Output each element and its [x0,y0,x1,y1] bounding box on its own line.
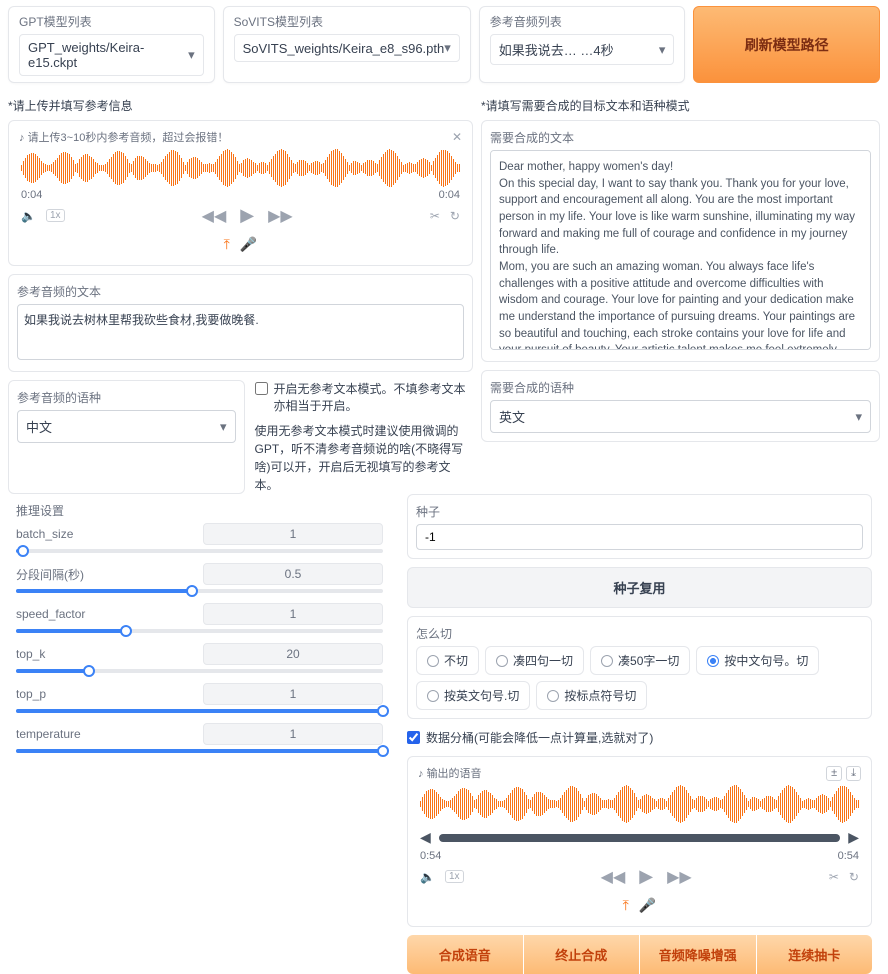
gpt-label: GPT模型列表 [19,13,204,30]
cut-option[interactable]: 不切 [416,646,479,675]
chevron-down-icon: ▾ [188,47,195,63]
ref-waveform[interactable] [15,147,466,189]
cut-icon[interactable]: ✂ [829,870,839,884]
radio-icon [427,655,439,667]
download-icon[interactable]: ⤓ [846,766,861,781]
rate-button[interactable]: 1x [445,870,464,883]
cut-option[interactable]: 按英文句号.切 [416,681,530,710]
seek-end-icon[interactable]: ▶ [848,829,859,846]
action-button[interactable]: 终止合成 [524,935,640,974]
share-icon[interactable]: ± [826,766,842,781]
close-icon[interactable]: ✕ [452,130,462,144]
noref-note: 使用无参考文本模式时建议使用微调的GPT，听不清参考音频说的啥(不晓得写啥)可以… [255,422,474,494]
radio-icon [547,690,559,702]
bucket-checkbox[interactable]: 数据分桶(可能会降低一点计算量,选就对了) [407,729,872,746]
mic-icon[interactable]: 🎤 [639,897,656,914]
mic-icon[interactable]: 🎤 [240,236,257,253]
slider-speed_factor[interactable]: speed_factor1 [16,603,383,633]
cut-option[interactable]: 按标点符号切 [536,681,647,710]
chevron-down-icon: ▾ [659,42,666,58]
slider-top_p[interactable]: top_p1 [16,683,383,713]
action-button[interactable]: 合成语音 [407,935,523,974]
seed-input[interactable] [416,524,863,550]
sovits-model-dropdown[interactable]: SoVITS模型列表 SoVITS_weights/Keira_e8_s96.p… [223,6,471,83]
chevron-down-icon: ▾ [855,409,862,425]
ref-label: 参考音频列表 [490,13,675,30]
target-lang-panel: 需要合成的语种 英文▾ [481,370,880,442]
sovits-label: SoVITS模型列表 [234,13,460,30]
rewind-icon[interactable]: ◀◀ [601,867,626,887]
cut-option[interactable]: 凑50字一切 [590,646,690,675]
loop-icon[interactable]: ↻ [849,870,859,884]
progress-bar[interactable] [439,834,840,842]
noref-mode-checkbox[interactable]: 开启无参考文本模式。不填参考文本亦相当于开启。 [255,380,474,414]
loop-icon[interactable]: ↻ [450,209,460,223]
play-icon[interactable]: ▶ [639,866,653,887]
volume-icon[interactable]: 🔈 [420,870,435,884]
target-lang-select[interactable]: 英文▾ [490,400,871,433]
ref-text-panel: 参考音频的文本 [8,274,473,372]
radio-icon [707,655,719,667]
ref-audio-panel: ♪ 请上传3~10秒内参考音频，超过会报错！ ✕ 0:040:04 🔈1x ◀◀… [8,120,473,266]
target-text-input[interactable] [490,150,871,350]
slider-batch_size[interactable]: batch_size1 [16,523,383,553]
ref-lang-select[interactable]: 中文▾ [17,410,236,443]
upload-icon[interactable]: ⤒ [623,897,629,914]
forward-icon[interactable]: ▶▶ [667,867,692,887]
radio-icon [601,655,613,667]
target-text-panel: 需要合成的文本 [481,120,880,362]
output-waveform[interactable] [414,783,865,825]
slider-temperature[interactable]: temperature1 [16,723,383,753]
slider-split_interval[interactable]: 分段间隔(秒)0.5 [16,563,383,593]
right-hint: *请填写需要合成的目标文本和语种模式 [481,97,880,114]
chevron-down-icon: ▾ [220,419,227,435]
upload-icon[interactable]: ⤒ [224,236,230,253]
infer-title: 推理设置 [8,494,391,523]
ref-lang-panel: 参考音频的语种 中文▾ [8,380,245,494]
refresh-button[interactable]: 刷新模型路径 [693,6,880,83]
ref-text-input[interactable] [17,304,464,360]
radio-icon [496,655,508,667]
music-icon: ♪ [19,132,25,144]
rate-button[interactable]: 1x [46,209,65,222]
cut-option[interactable]: 按中文句号。切 [696,646,819,675]
volume-icon[interactable]: 🔈 [21,209,36,223]
radio-icon [427,690,439,702]
cut-option[interactable]: 凑四句一切 [485,646,584,675]
ref-audio-dropdown[interactable]: 参考音频列表 如果我说去… …4秒▾ [479,6,686,83]
seek-start-icon[interactable]: ◀ [420,829,431,846]
seed-reuse-button[interactable]: 种子复用 [407,567,872,608]
action-button[interactable]: 连续抽卡 [757,935,873,974]
chevron-down-icon: ▾ [444,40,451,56]
cut-icon[interactable]: ✂ [430,209,440,223]
output-audio-panel: ♪ 输出的语音 ±⤓ ◀▶ 0:540:54 🔈1x ◀◀▶▶▶ ✂↻ ⤒🎤 [407,756,872,927]
play-icon[interactable]: ▶ [240,205,254,226]
gpt-model-dropdown[interactable]: GPT模型列表 GPT_weights/Keira-e15.ckpt▾ [8,6,215,83]
forward-icon[interactable]: ▶▶ [268,206,293,226]
music-icon: ♪ [418,768,424,780]
left-hint: *请上传并填写参考信息 [8,97,473,114]
action-button[interactable]: 音频降噪增强 [640,935,756,974]
rewind-icon[interactable]: ◀◀ [202,206,227,226]
slider-top_k[interactable]: top_k20 [16,643,383,673]
